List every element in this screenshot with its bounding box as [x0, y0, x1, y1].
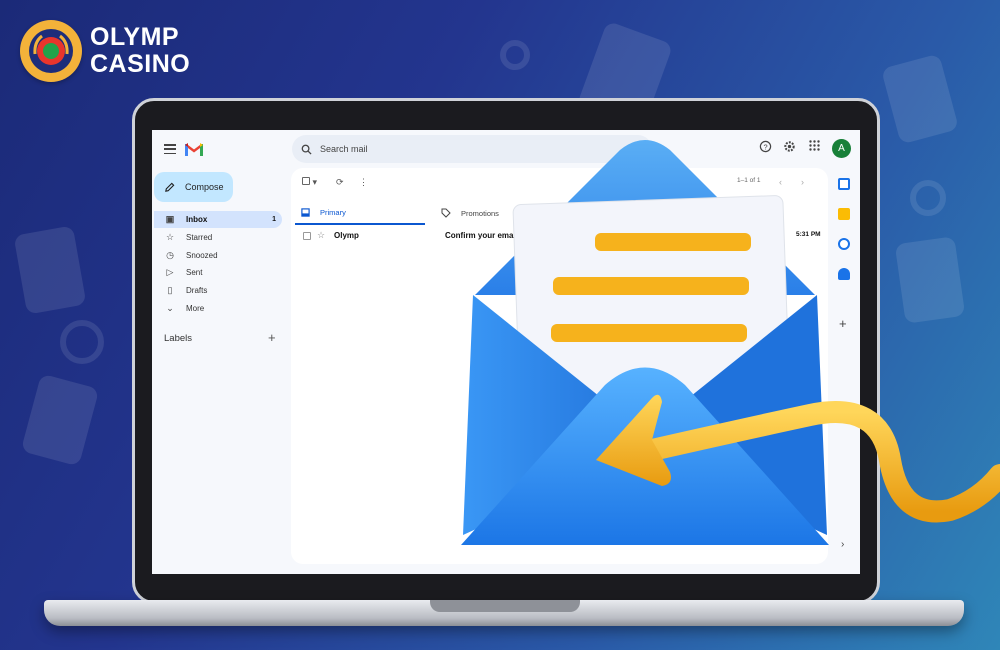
refresh-icon[interactable]: ⟳: [336, 177, 344, 188]
compose-label: Compose: [185, 182, 224, 192]
star-icon: ☆: [165, 232, 175, 242]
laptop-notch: [430, 600, 580, 612]
nav-item-label: Starred: [186, 233, 213, 242]
tab-primary[interactable]: Primary: [295, 201, 425, 225]
inbox-icon: [301, 207, 310, 217]
bg-card-shape: [894, 236, 966, 324]
chevron-down-icon: ⌄: [166, 303, 174, 313]
compose-button[interactable]: Compose: [154, 172, 233, 202]
bg-card-shape: [880, 53, 960, 145]
star-icon[interactable]: ☆: [317, 230, 325, 241]
nav-item-more[interactable]: ⌄ More: [154, 300, 282, 317]
hamburger-menu-icon[interactable]: [164, 144, 176, 154]
nav-item-label: Drafts: [186, 286, 208, 295]
tab-label: Primary: [320, 207, 346, 217]
nav-item-label: More: [186, 304, 205, 313]
nav-item-drafts[interactable]: ▯ Drafts: [154, 282, 282, 299]
bg-chip-shape: [60, 320, 104, 364]
nav-item-label: Snoozed: [186, 251, 218, 260]
search-icon: [301, 144, 312, 155]
add-label-plus-icon[interactable]: +: [268, 330, 276, 345]
pencil-icon: [165, 182, 175, 192]
olymp-casino-logo: OLYMP CASINO: [20, 20, 190, 82]
bg-card-shape: [13, 225, 87, 315]
add-addon-plus-icon[interactable]: +: [839, 316, 847, 331]
row-checkbox[interactable]: [303, 232, 311, 240]
more-options-icon[interactable]: ⋮: [359, 177, 368, 188]
letter-line: [595, 233, 751, 251]
select-all-checkbox[interactable]: ▾: [302, 177, 317, 188]
letter-line: [553, 277, 749, 295]
keep-icon[interactable]: [838, 208, 850, 220]
search-placeholder: Search mail: [320, 144, 368, 154]
tag-icon: [441, 208, 451, 218]
gmail-logo-icon[interactable]: [185, 142, 203, 156]
labels-heading: Labels: [164, 333, 192, 344]
brand-line-2: CASINO: [90, 50, 191, 78]
clock-icon: ◷: [166, 250, 174, 260]
inbox-count: 1: [272, 216, 276, 223]
nav-item-snoozed[interactable]: ◷ Snoozed: [154, 247, 282, 264]
inbox-icon: ▣: [165, 214, 175, 224]
send-icon: ▷: [166, 267, 174, 277]
nav-item-label: Inbox: [186, 215, 208, 224]
bg-card-shape: [20, 373, 100, 467]
nav-item-sent[interactable]: ▷ Sent: [154, 264, 282, 281]
bg-chip-shape: [500, 40, 530, 70]
nav-item-label: Sent: [186, 268, 203, 277]
contacts-icon[interactable]: [838, 268, 850, 280]
calendar-icon[interactable]: [838, 178, 850, 190]
bg-chip-shape: [910, 180, 946, 216]
nav-item-starred[interactable]: ☆ Starred: [154, 229, 282, 246]
nav-item-inbox[interactable]: ▣ Inbox 1: [154, 211, 282, 228]
draft-icon: ▯: [167, 285, 173, 295]
arrow-illustration-icon: [596, 394, 1000, 523]
brand-line-1: OLYMP: [90, 23, 180, 51]
laurel-badge-icon: [20, 20, 82, 82]
tasks-icon[interactable]: [838, 238, 850, 250]
email-sender: Olymp: [334, 231, 359, 240]
letter-line: [551, 324, 747, 342]
